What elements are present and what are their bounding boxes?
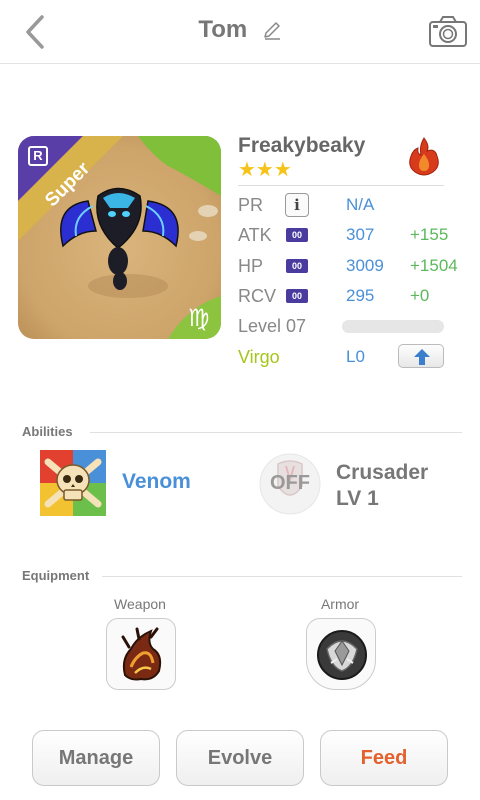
section-divider <box>102 576 462 577</box>
stat-bonus: +1504 <box>410 256 458 275</box>
stat-row-pr: PR i N/A <box>238 191 468 219</box>
evolve-button[interactable]: Evolve <box>176 730 304 786</box>
manage-button[interactable]: Manage <box>32 730 160 786</box>
ability-status-off: OFF <box>270 472 310 494</box>
stat-badge: 00 <box>286 259 308 273</box>
section-divider <box>90 432 462 433</box>
level-label: Level 07 <box>238 316 307 336</box>
monster-name: Freakybeaky <box>238 134 366 157</box>
ability-name-line: Crusader <box>336 461 429 484</box>
stat-value: N/A <box>346 195 375 214</box>
armor-slot[interactable] <box>306 618 376 690</box>
star-rating: ★★★ <box>238 159 292 181</box>
weapon-slot[interactable] <box>106 618 176 690</box>
stat-bonus: +155 <box>410 225 449 244</box>
armor-label: Armor <box>320 596 360 612</box>
weapon-claw-icon <box>121 627 162 681</box>
stat-badge: 00 <box>286 228 308 242</box>
info-icon[interactable]: i <box>285 193 309 217</box>
stat-value: 3009 <box>346 256 384 275</box>
weapon-label: Weapon <box>114 596 166 612</box>
fire-element-icon <box>409 137 439 176</box>
armor-shield-icon <box>317 630 367 680</box>
stat-row-atk: ATK 00 307 +155 <box>238 221 468 249</box>
level-progress-bar <box>342 320 444 333</box>
abilities-section-label: Abilities <box>22 424 73 439</box>
camera-icon[interactable] <box>428 14 468 48</box>
ability-name-venom: Venom <box>122 470 191 493</box>
stat-label: PR <box>238 195 264 215</box>
top-bar: Tom <box>0 0 480 64</box>
stat-value: 307 <box>346 225 375 244</box>
page-title: Tom <box>198 16 248 43</box>
zodiac-sign-icon: ♍ <box>188 304 210 332</box>
stat-label: ATK <box>238 225 272 245</box>
ability-name-crusader: Crusader LV 1 <box>336 460 428 512</box>
feed-button[interactable]: Feed <box>320 730 448 786</box>
stat-row-rcv: RCV 00 295 +0 <box>238 282 468 310</box>
ability-level: LV 1 <box>336 487 379 510</box>
rarity-badge: R <box>28 146 48 166</box>
arrow-up-icon <box>414 349 430 365</box>
stat-badge: 00 <box>286 289 308 303</box>
stat-value: 295 <box>346 286 375 305</box>
stat-label: HP <box>238 256 264 276</box>
venom-skull-icon[interactable] <box>40 450 106 516</box>
stat-label: RCV <box>238 286 277 306</box>
sign-level-value: L0 <box>346 347 365 366</box>
pencil-icon[interactable] <box>262 20 282 40</box>
zodiac-sign-label: Virgo <box>238 347 280 367</box>
stat-bonus: +0 <box>410 286 430 305</box>
stats-divider <box>238 185 444 186</box>
sign-upgrade-button[interactable] <box>398 344 444 368</box>
stat-row-hp: HP 00 3009 +1504 <box>238 252 468 280</box>
equipment-section-label: Equipment <box>22 568 90 583</box>
